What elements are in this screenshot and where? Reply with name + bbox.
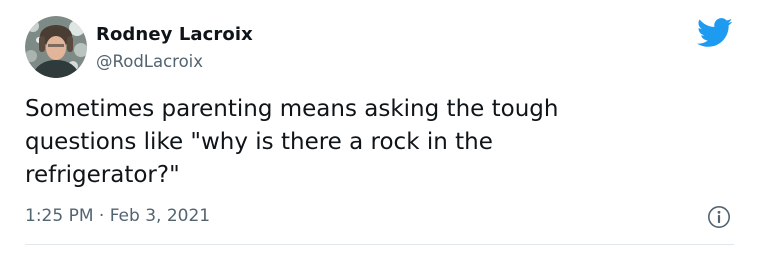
tweet-text: Sometimes parenting means asking the tou… [25, 93, 725, 192]
user-avatar-photo [25, 16, 87, 78]
tweet-text-line: questions like "why is there a rock in t… [25, 129, 493, 155]
avatar[interactable] [25, 16, 87, 78]
tweet-text-line: refrigerator?" [25, 162, 180, 188]
tweet-text-line: Sometimes parenting means asking the tou… [25, 96, 559, 122]
divider [25, 244, 734, 245]
user-handle[interactable]: @RodLacroix [96, 52, 203, 72]
tweet-timestamp[interactable]: 1:25 PM · Feb 3, 2021 [25, 205, 210, 227]
tweet-card: Rodney Lacroix @RodLacroix Sometimes par… [0, 0, 758, 253]
display-name[interactable]: Rodney Lacroix [96, 24, 253, 46]
info-icon[interactable] [707, 205, 731, 229]
twitter-bird-icon[interactable] [697, 18, 733, 48]
